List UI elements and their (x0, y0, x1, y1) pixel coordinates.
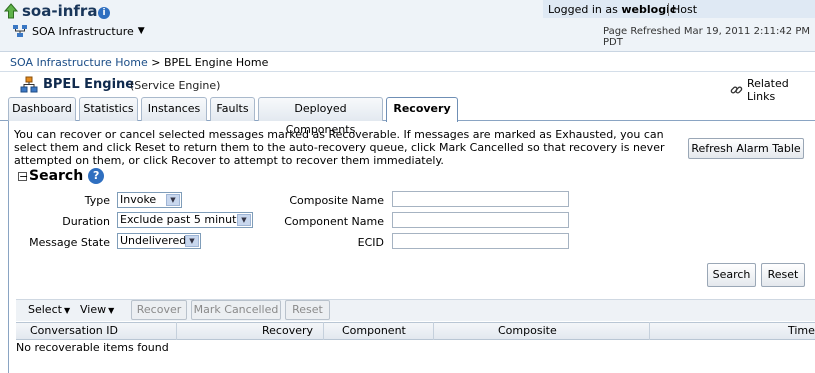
message-state-label: Message State (29, 236, 110, 249)
message-state-select[interactable]: Undelivered ▼ (117, 233, 201, 249)
tab-instances[interactable]: Instances (141, 97, 207, 121)
logged-in-prefix: Logged in as (548, 3, 618, 16)
component-name-input[interactable] (392, 212, 569, 228)
bpel-engine-icon (20, 76, 38, 93)
breadcrumb-separator: > (151, 56, 161, 69)
chevron-down-icon: ▼ (185, 235, 199, 247)
chevron-down-icon: ▼ (108, 306, 115, 315)
info-icon[interactable]: i (98, 7, 110, 19)
breadcrumb: SOA Infrastructure Home > BPEL Engine Ho… (10, 56, 268, 69)
duration-select[interactable]: Exclude past 5 minutes ▼ (117, 212, 253, 228)
page-title: BPEL Engine (43, 77, 135, 92)
empty-table-message: No recoverable items found (16, 341, 169, 354)
message-state-select-value: Undelivered (120, 234, 187, 247)
column-divider (323, 322, 324, 340)
column-divider (176, 322, 177, 340)
component-name-label: Component Name (284, 215, 384, 228)
select-menu[interactable]: Select ▼ (28, 303, 70, 316)
refresh-alarm-table-button[interactable]: Refresh Alarm Table (688, 138, 804, 159)
collapse-icon[interactable]: − (18, 171, 28, 182)
reset-search-button[interactable]: Reset (761, 263, 805, 287)
tab-statistics[interactable]: Statistics (79, 97, 138, 121)
tab-deployed-components[interactable]: Deployed Components (258, 97, 383, 136)
view-menu-label: View (80, 303, 107, 316)
column-divider (649, 322, 650, 340)
duration-select-value: Exclude past 5 minutes (120, 213, 249, 226)
search-section-header[interactable]: − Search ? (18, 168, 105, 184)
column-header-component[interactable]: Component (342, 324, 406, 337)
column-header-composite[interactable]: Composite (498, 324, 557, 337)
home-arrow-icon[interactable] (4, 3, 18, 19)
chain-link-icon (730, 86, 743, 94)
tab-dashboard[interactable]: Dashboard (8, 97, 76, 121)
page-subtitle: (Service Engine) (130, 79, 221, 92)
column-header-conversation-id[interactable]: Conversation ID (30, 324, 118, 337)
type-select[interactable]: Invoke ▼ (117, 192, 182, 208)
type-select-value: Invoke (120, 193, 157, 206)
tab-faults[interactable]: Faults (210, 97, 255, 121)
composite-name-label: Composite Name (289, 194, 384, 207)
composite-name-input[interactable] (392, 191, 569, 207)
ecid-label: ECID (357, 236, 384, 249)
page-refreshed-text: Page Refreshed Mar 19, 2011 2:11:42 PM P… (603, 26, 810, 48)
table-header (16, 322, 815, 340)
tab-recovery[interactable]: Recovery (386, 97, 458, 122)
recover-button[interactable]: Recover (131, 300, 187, 320)
soa-infrastructure-icon (13, 25, 27, 37)
app-title: soa-infra (22, 2, 98, 20)
reset-button[interactable]: Reset (285, 300, 330, 320)
soa-menu-label: SOA Infrastructure (32, 24, 134, 38)
login-info: Logged in as weblogic (548, 3, 676, 16)
breadcrumb-current: BPEL Engine Home (163, 56, 269, 69)
help-icon[interactable]: ? (88, 168, 105, 184)
ecid-input[interactable] (392, 233, 569, 249)
chevron-down-icon: ▼ (237, 214, 251, 226)
type-label: Type (84, 194, 110, 207)
column-header-recovery[interactable]: Recovery (262, 324, 313, 337)
recovery-description: You can recover or cancel selected messa… (14, 128, 665, 167)
mark-cancelled-button[interactable]: Mark Cancelled (191, 300, 281, 320)
duration-label: Duration (62, 215, 110, 228)
search-title: Search (29, 168, 84, 184)
chevron-down-icon: ▼ (63, 306, 71, 315)
soa-infrastructure-menu[interactable]: SOA Infrastructure ▼ (12, 24, 145, 38)
column-divider (433, 322, 434, 340)
column-header-time[interactable]: Time (788, 324, 815, 337)
select-menu-label: Select (28, 303, 62, 316)
host-link[interactable]: Host (668, 3, 697, 16)
chevron-down-icon: ▼ (137, 26, 145, 36)
breadcrumb-soa-home-link[interactable]: SOA Infrastructure Home (10, 56, 148, 69)
chevron-down-icon: ▼ (166, 194, 180, 206)
view-menu[interactable]: View ▼ (80, 303, 114, 316)
search-button[interactable]: Search (707, 263, 756, 287)
